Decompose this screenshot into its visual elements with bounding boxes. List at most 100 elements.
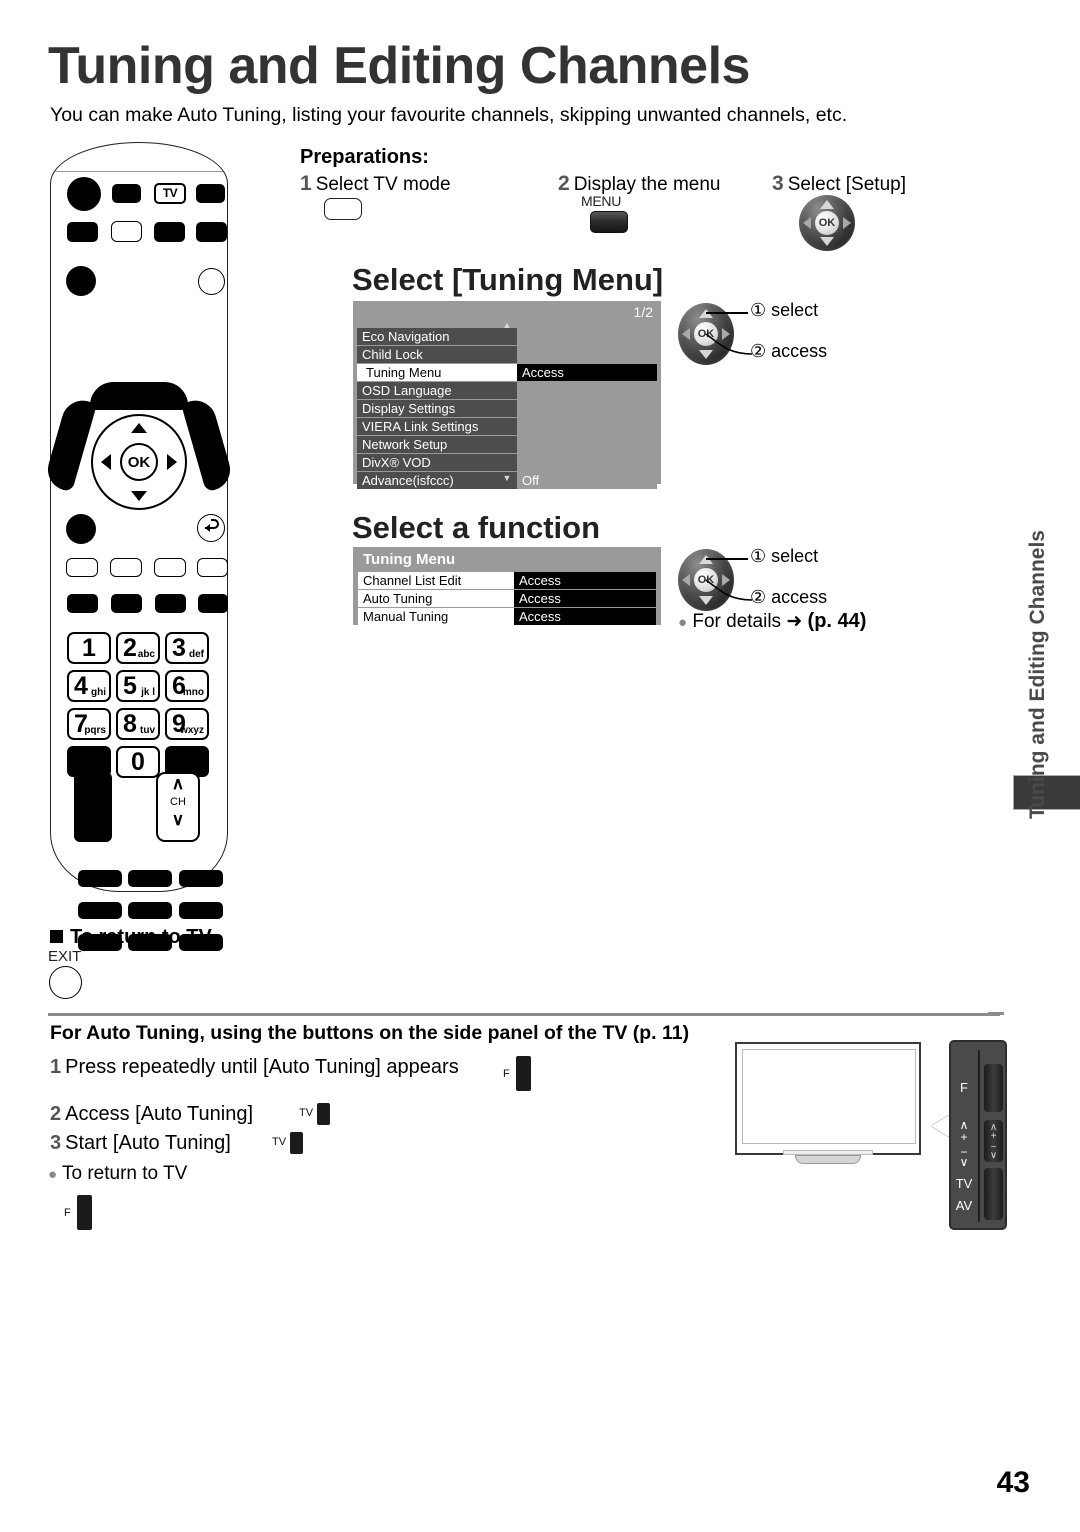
side-button-label-tv-3: TV <box>272 1136 287 1148</box>
remote-lower-key-5 <box>128 902 172 919</box>
numeric-key-letters: tuv <box>140 725 155 736</box>
osd-row-value: Access <box>517 364 657 381</box>
remote-colour-key-1 <box>66 558 98 577</box>
callout-pointer-icon <box>931 1114 951 1138</box>
dpad-up-icon <box>820 200 834 209</box>
panel-button-av[interactable] <box>984 1192 1003 1220</box>
osd-row-value <box>517 346 657 363</box>
page-number: 43 <box>996 1466 1030 1499</box>
tuning-menu-osd-title: Tuning Menu <box>353 547 661 572</box>
side-button-label-f-1: F <box>503 1068 510 1080</box>
remote-lower-key-2 <box>128 870 172 887</box>
osd-row-label: Channel List Edit <box>358 572 514 589</box>
osd-row-auto-tuning[interactable]: Auto Tuning Access <box>358 590 656 607</box>
step-number: 3 <box>772 172 784 195</box>
remote-power-button <box>67 177 101 211</box>
return-to-tv-heading: To return to TV <box>50 926 212 949</box>
remote-numeric-key-5: 5 jk l <box>116 670 160 702</box>
tv-stand <box>795 1155 861 1164</box>
for-details-text: For details <box>692 611 782 632</box>
osd-row-label: Display Settings <box>357 400 517 417</box>
section-heading-select-tuning-menu: Select [Tuning Menu] <box>352 262 664 297</box>
bullet-icon: ● <box>48 1166 58 1183</box>
menu-button-icon <box>590 211 628 233</box>
tuning-menu-osd: Tuning Menu Channel List Edit Access Aut… <box>353 547 661 625</box>
channel-down-icon: ∨ <box>171 810 185 829</box>
remote-function-key-4 <box>198 594 228 613</box>
side-rule <box>988 1012 1004 1015</box>
numeric-key-letters: abc <box>137 649 155 660</box>
step-number: 2 <box>558 172 570 195</box>
step-number: 3 <box>50 1132 62 1154</box>
numeric-key-digit: 8 <box>123 710 137 738</box>
dpad-left-icon <box>682 328 690 340</box>
osd-row-label: VIERA Link Settings <box>357 418 517 435</box>
osd-row-tuning-menu[interactable]: Tuning Menu Access <box>357 364 657 381</box>
osd-row-value <box>517 382 657 399</box>
osd-row-viera-link-settings[interactable]: VIERA Link Settings <box>357 418 657 435</box>
remote-function-key-3 <box>155 594 186 613</box>
callout-select: ① select <box>750 300 819 320</box>
osd-row-label: DivX® VOD <box>357 454 517 471</box>
page-reference[interactable]: (p. 44) <box>808 610 867 632</box>
osd-row-display-settings[interactable]: Display Settings <box>357 400 657 417</box>
osd-row-channel-list-edit[interactable]: Channel List Edit Access <box>358 572 656 589</box>
remote-return-button <box>197 514 225 542</box>
osd-row-value <box>517 328 657 345</box>
setup-menu-osd: 1/2 ▲ Eco Navigation Child Lock Tuning M… <box>353 301 661 489</box>
step-text: Display the menu <box>573 174 721 195</box>
remote-lower-key-3 <box>179 870 223 887</box>
remote-button-lower-left-round <box>66 514 96 544</box>
side-panel-step-1: 1 Press repeatedly until [Auto Tuning] ap… <box>50 1056 459 1079</box>
dpad-right-icon <box>843 217 851 229</box>
osd-row-osd-language[interactable]: OSD Language <box>357 382 657 399</box>
remote-function-key-1 <box>67 594 98 613</box>
page-subtitle: You can make Auto Tuning, listing your f… <box>50 104 848 126</box>
panel-label-plus: + <box>960 1130 968 1144</box>
osd-row-network-setup[interactable]: Network Setup <box>357 436 657 453</box>
remote-numeric-key-1: 1 <box>67 632 111 664</box>
remote-button-right-round <box>198 268 225 295</box>
osd-page-indicator: 1/2 <box>633 304 653 320</box>
panel-label-f: F <box>960 1080 968 1095</box>
osd-row-value: Access <box>514 608 656 625</box>
osd-row-label: Network Setup <box>357 436 517 453</box>
side-button-icon-tv-3 <box>290 1132 303 1154</box>
osd-row-label: Auto Tuning <box>358 590 514 607</box>
exit-button-icon <box>49 966 82 999</box>
for-details-line: ● For details ➜ (p. 44) <box>678 610 866 633</box>
osd-row-eco-navigation[interactable]: Eco Navigation <box>357 328 657 345</box>
numeric-key-digit: 3 <box>172 634 186 662</box>
panel-button-f[interactable] <box>984 1064 1003 1112</box>
side-button-icon-f-note <box>77 1195 92 1230</box>
remote-volume-rocker <box>74 772 112 842</box>
arc-segment-top <box>90 382 188 410</box>
remote-arrow-right-icon <box>167 454 177 470</box>
numeric-key-digit: 4 <box>74 672 88 700</box>
remote-numeric-key-9: 9 wxyz <box>165 708 209 740</box>
step-number: 2 <box>50 1103 62 1125</box>
osd-row-divx-vod[interactable]: DivX® VOD <box>357 454 657 471</box>
side-panel-return-text: To return to TV <box>62 1163 188 1184</box>
leader-line-select <box>706 312 748 314</box>
osd-row-manual-tuning[interactable]: Manual Tuning Access <box>358 608 656 625</box>
remote-numeric-key-3: 3 def <box>165 632 209 664</box>
osd-row-label: Child Lock <box>357 346 517 363</box>
remote-button-r2c4 <box>196 222 227 242</box>
remote-button-r1c4 <box>196 184 225 203</box>
panel-label-tv: TV <box>955 1176 973 1191</box>
tv-side-panel: F ∧ + − ∨ ∧ + − ∨ TV AV <box>949 1040 1007 1230</box>
dpad-down-icon <box>820 237 834 246</box>
numeric-key-letters: pqrs <box>84 725 106 736</box>
remote-channel-rocker: ∧ CH ∨ <box>156 772 200 842</box>
remote-numeric-key-8: 8 tuv <box>116 708 160 740</box>
preparation-step-3: 3 Select [Setup] <box>772 172 906 196</box>
section-heading-select-a-function: Select a function <box>352 510 601 545</box>
remote-button-r1c2 <box>112 184 141 203</box>
arrow-icon: ➜ <box>786 611 803 632</box>
osd-row-child-lock[interactable]: Child Lock <box>357 346 657 363</box>
osd-row-label: Manual Tuning <box>358 608 514 625</box>
numeric-key-letters: def <box>189 649 204 660</box>
callout-access: ② access <box>750 341 828 361</box>
remote-colour-key-3 <box>154 558 186 577</box>
